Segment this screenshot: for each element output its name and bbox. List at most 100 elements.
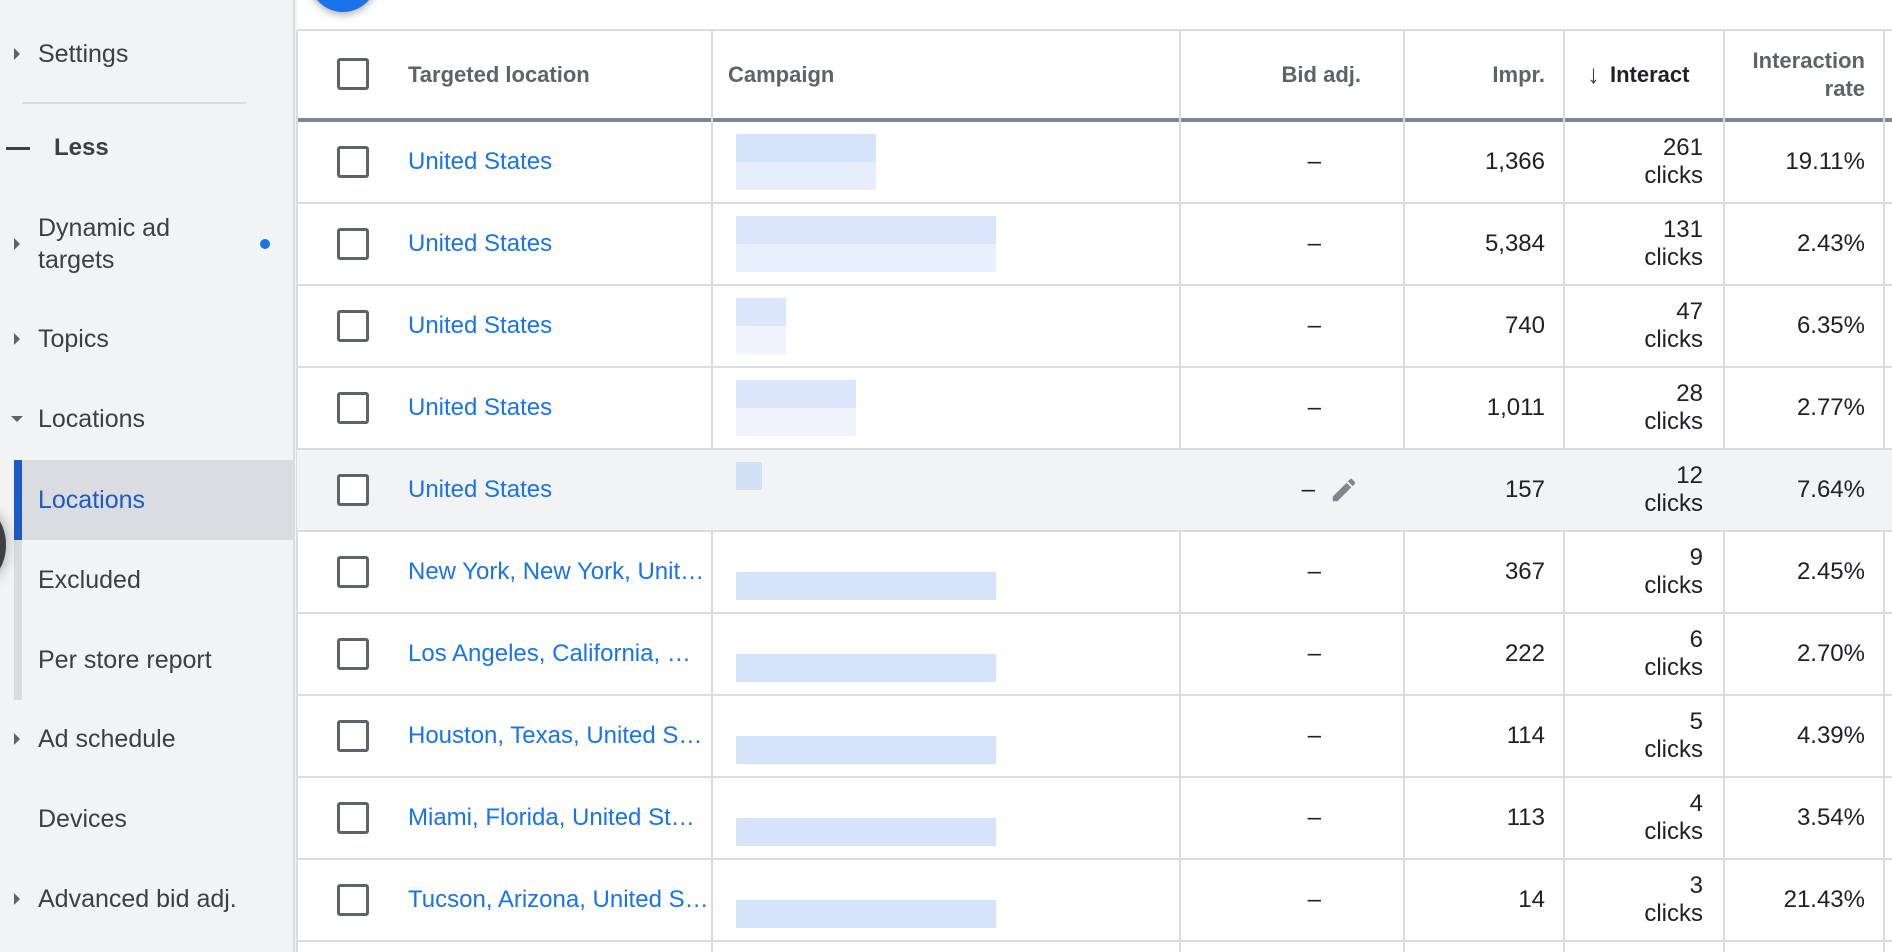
row-checkbox[interactable] xyxy=(337,146,369,178)
bid-adj-cell[interactable]: – xyxy=(1181,778,1381,858)
campaign-redacted xyxy=(722,784,1165,854)
table-row[interactable]: United States – 1,366 261 clicks 19.11% xyxy=(297,122,1892,204)
edit-pencil-icon[interactable] xyxy=(1329,475,1359,505)
add-fab-button[interactable] xyxy=(309,0,377,12)
column-header-label: Interact xyxy=(1610,61,1690,87)
sidebar-subitem-excluded[interactable]: Excluded xyxy=(14,540,293,620)
sidebar-item-advanced-bid-adj[interactable]: Advanced bid adj. xyxy=(0,883,293,915)
location-link[interactable]: United States xyxy=(408,230,552,258)
table-row[interactable]: United States – 157 12 clicks 7.64% xyxy=(297,450,1892,532)
bid-adj-value: – xyxy=(1307,804,1321,831)
bid-adj-cell[interactable]: – xyxy=(1181,286,1381,366)
interaction-rate-value: 3.54% xyxy=(1796,804,1865,831)
column-header-targeted-location[interactable]: Targeted location xyxy=(408,31,708,118)
table-row[interactable]: Los Angeles, California, … – 222 6 click… xyxy=(297,614,1892,696)
sidebar-subitem-per-store-report[interactable]: Per store report xyxy=(14,620,293,700)
bid-adj-value: – xyxy=(1307,558,1321,585)
arrow-down-icon: ↓ xyxy=(1587,59,1600,89)
redaction-block xyxy=(736,244,996,272)
interactions-value: 6 clicks xyxy=(1644,626,1703,682)
table-row[interactable]: New York, New York, Unit… – 367 9 clicks… xyxy=(297,532,1892,614)
bid-adj-cell[interactable]: – xyxy=(1181,122,1381,202)
location-link[interactable]: United States xyxy=(408,312,552,340)
column-header-label: Interaction xyxy=(1752,47,1865,73)
table-row[interactable]: Tucson, Arizona, United S… – 14 3 clicks… xyxy=(297,860,1892,942)
bid-adj-value: – xyxy=(1307,148,1321,175)
bid-adj-cell[interactable]: – xyxy=(1181,204,1381,284)
sidebar-subitem-locations[interactable]: Locations xyxy=(14,460,293,540)
redaction-block xyxy=(736,408,856,436)
row-checkbox[interactable] xyxy=(337,638,369,670)
table-row[interactable]: United States – 740 47 clicks 6.35% xyxy=(297,286,1892,368)
notification-dot-icon xyxy=(260,239,270,249)
column-header-label-line2: rate xyxy=(1824,75,1865,101)
location-link[interactable]: Los Angeles, California, … xyxy=(408,640,691,668)
interaction-rate-value: 2.45% xyxy=(1796,558,1865,585)
sidebar-item-devices[interactable]: Devices xyxy=(0,803,293,835)
redaction-block xyxy=(736,298,786,326)
campaign-redacted xyxy=(722,538,1165,608)
location-link[interactable]: Tucson, Arizona, United S… xyxy=(408,886,708,914)
interactions-count: 6 xyxy=(1689,626,1703,653)
column-header-interactions[interactable]: ↓ Interact xyxy=(1587,31,1711,118)
redaction-block xyxy=(736,326,786,354)
sidebar-item-dynamic-ad-targets[interactable]: Dynamic ad targets xyxy=(0,212,293,276)
sidebar-item-label: Locations xyxy=(38,405,146,433)
bid-adj-cell[interactable]: – xyxy=(1181,368,1381,448)
impressions-value: 157 xyxy=(1504,476,1545,503)
row-checkbox[interactable] xyxy=(337,556,369,588)
bid-adj-cell[interactable]: – xyxy=(1181,860,1381,940)
sidebar-item-label: Settings xyxy=(38,40,129,68)
sidebar-item-label: Devices xyxy=(38,805,127,833)
interaction-rate-value: 21.43% xyxy=(1783,886,1865,913)
interactions-unit: clicks xyxy=(1644,244,1703,271)
sidebar-item-label: Ad schedule xyxy=(38,725,176,753)
sidebar-item-settings[interactable]: Settings xyxy=(0,38,293,70)
location-link[interactable]: United States xyxy=(408,394,552,422)
sidebar-item-topics[interactable]: Topics xyxy=(0,323,293,355)
row-checkbox[interactable] xyxy=(337,884,369,916)
sidebar-item-ad-schedule[interactable]: Ad schedule xyxy=(0,723,293,755)
redaction-block xyxy=(736,134,876,162)
impressions-value: 14 xyxy=(1518,886,1545,913)
column-header-interaction-rate[interactable]: Interaction rate xyxy=(1727,31,1865,118)
column-header-impr[interactable]: Impr. xyxy=(1405,31,1545,118)
impressions-value: 740 xyxy=(1504,312,1545,339)
bid-adj-cell[interactable]: – xyxy=(1181,696,1381,776)
row-checkbox[interactable] xyxy=(337,474,369,506)
bid-adj-cell[interactable]: – xyxy=(1181,532,1381,612)
location-link[interactable]: New York, New York, Unit… xyxy=(408,558,704,586)
interaction-rate-value: 7.64% xyxy=(1796,476,1865,503)
bid-adj-cell[interactable]: – xyxy=(1181,450,1381,530)
table-header: Targeted location Campaign Bid adj. Impr… xyxy=(297,31,1892,122)
location-link[interactable]: United States xyxy=(408,148,552,176)
table-row[interactable]: United States – 5,384 131 clicks 2.43% xyxy=(297,204,1892,286)
select-all-checkbox[interactable] xyxy=(337,58,369,90)
row-checkbox[interactable] xyxy=(337,720,369,752)
caret-right-icon xyxy=(14,733,20,745)
table-row[interactable]: United States – 1,011 28 clicks 2.77% xyxy=(297,368,1892,450)
interactions-value: 131 clicks xyxy=(1644,216,1703,272)
row-checkbox[interactable] xyxy=(337,392,369,424)
location-link[interactable]: Houston, Texas, United S… xyxy=(408,722,702,750)
bid-adj-value: – xyxy=(1307,230,1321,257)
table-row[interactable]: Houston, Texas, United S… – 114 5 clicks… xyxy=(297,696,1892,778)
redaction-block xyxy=(736,654,996,682)
location-link[interactable]: Miami, Florida, United St… xyxy=(408,804,695,832)
interactions-value: 12 clicks xyxy=(1644,462,1703,518)
row-checkbox[interactable] xyxy=(337,310,369,342)
bid-adj-cell[interactable]: – xyxy=(1181,614,1381,694)
table-row[interactable]: Miami, Florida, United St… – 113 4 click… xyxy=(297,778,1892,860)
bid-adj-value: – xyxy=(1307,722,1321,749)
floating-handle[interactable] xyxy=(0,510,6,580)
sidebar-item-locations-group[interactable]: Locations xyxy=(0,403,293,435)
row-checkbox[interactable] xyxy=(337,228,369,260)
row-checkbox[interactable] xyxy=(337,802,369,834)
redaction-block xyxy=(736,380,856,408)
redaction-block xyxy=(736,900,996,928)
location-link[interactable]: United States xyxy=(408,476,552,504)
redaction-block xyxy=(736,736,996,764)
redaction-block xyxy=(736,462,762,490)
column-header-campaign[interactable]: Campaign xyxy=(728,31,1128,118)
column-header-bid-adj[interactable]: Bid adj. xyxy=(1181,31,1361,118)
